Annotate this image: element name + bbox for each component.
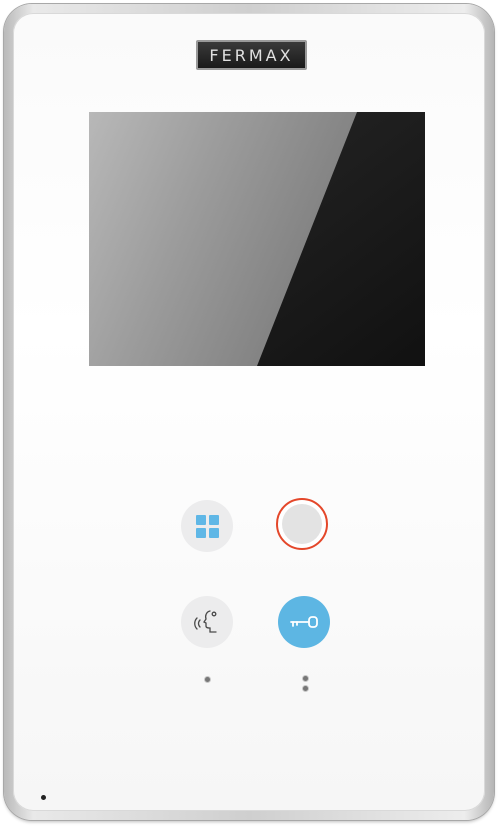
microphone-hole	[41, 795, 46, 800]
screen-glare	[89, 112, 425, 366]
video-screen	[89, 112, 425, 366]
status-led-right-top	[303, 676, 308, 681]
status-led-right-bottom	[303, 686, 308, 691]
brand-logo: FERMAX	[196, 40, 307, 70]
grid-icon	[195, 514, 219, 538]
intercom-monitor: FERMAX	[0, 0, 500, 826]
talk-button[interactable]	[181, 596, 233, 648]
power-button[interactable]	[276, 498, 328, 550]
ring-icon	[282, 504, 322, 544]
speaking-head-icon	[194, 610, 217, 633]
key-icon	[290, 616, 318, 628]
menu-button[interactable]	[181, 500, 233, 552]
status-led-left	[205, 677, 210, 682]
door-open-button[interactable]	[278, 596, 330, 648]
brand-label: FERMAX	[209, 45, 294, 65]
